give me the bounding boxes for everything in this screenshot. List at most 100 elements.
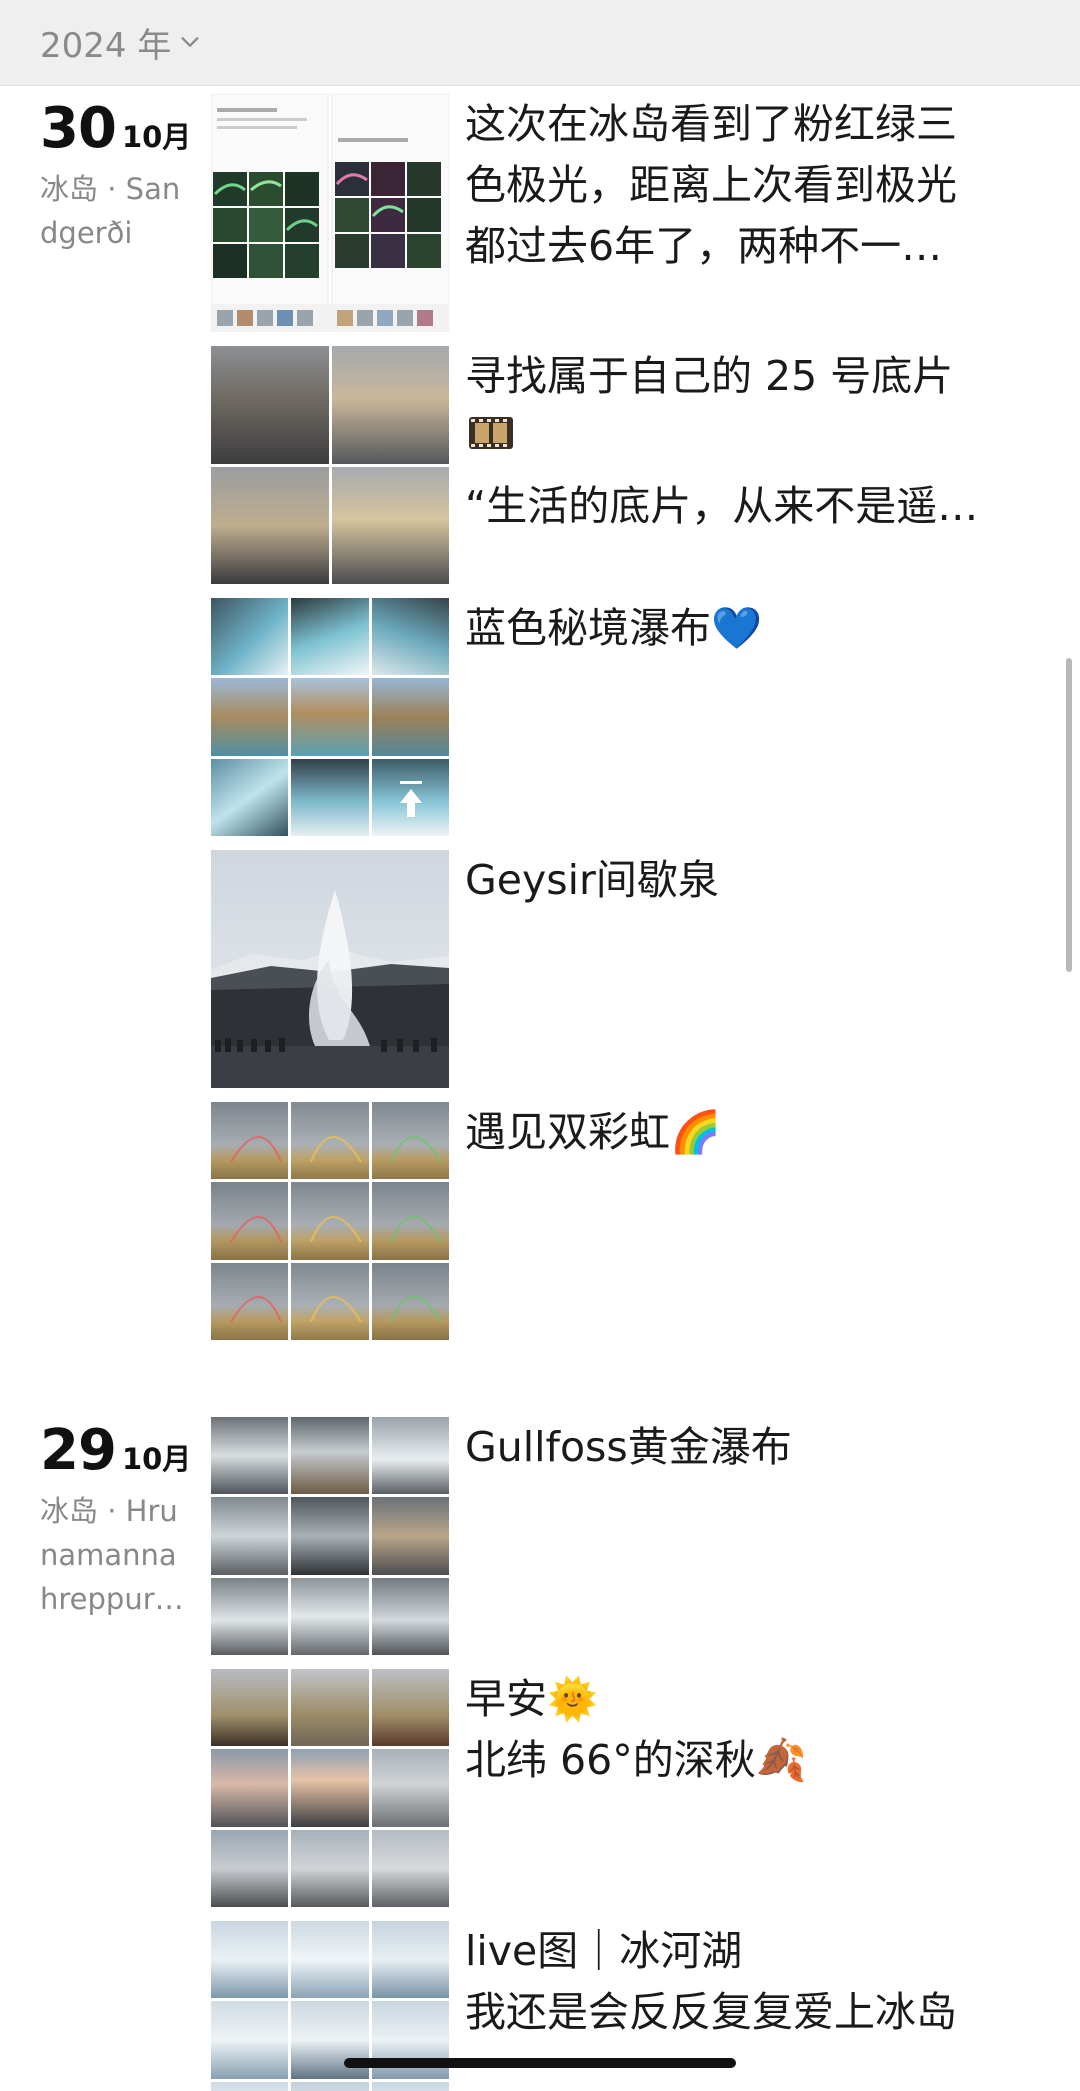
- aurora-screenshot-collage-image: [211, 94, 449, 332]
- photo-rainbow: [211, 1182, 289, 1260]
- post-thumbnail[interactable]: [211, 94, 449, 332]
- photo-gullfoss: [371, 1497, 449, 1575]
- post-text: Gullfoss黄金瀑布: [465, 1417, 1025, 1478]
- photo-river-person: [291, 678, 369, 756]
- year-label: 2024 年: [40, 25, 172, 66]
- film-frames-icon: [465, 407, 517, 476]
- photo-horse: [371, 1669, 449, 1747]
- post-text: 这次在冰岛看到了粉红绿三 色极光，距离上次看到极光 都过去6年了，两种不一…: [465, 94, 1025, 277]
- photo-road: [371, 1829, 449, 1907]
- post-line: 蓝色秘境瀑布💙: [465, 598, 1025, 659]
- photo-rainbow: [291, 1182, 369, 1260]
- photo-gullfoss: [211, 1417, 289, 1495]
- day-header-30: 30 10月 冰岛 · Sandgerði: [40, 96, 191, 255]
- post-thumbnail[interactable]: [211, 598, 449, 836]
- post-line: 这次在冰岛看到了粉红绿三: [465, 100, 957, 148]
- photo-house-person: [331, 466, 449, 584]
- post-text: 遇见双彩虹🌈: [465, 1102, 1025, 1163]
- post-aurora[interactable]: 这次在冰岛看到了粉红绿三 色极光，距离上次看到极光 都过去6年了，两种不一…: [211, 94, 1041, 332]
- post-thumbnail[interactable]: [211, 346, 449, 584]
- date-day: 29: [40, 1418, 117, 1483]
- photo-waterfall-live: [371, 758, 449, 836]
- photo-grid: [211, 1102, 449, 1340]
- post-thumbnail[interactable]: [211, 1669, 449, 1907]
- photo-iceberg: [371, 1921, 449, 1999]
- photo-iceberg: [211, 2001, 289, 2079]
- photo-rainbow: [371, 1262, 449, 1340]
- post-line: live图｜冰河湖: [465, 1927, 743, 1975]
- post-thumbnail[interactable]: [211, 1417, 449, 1655]
- photo-waterfall: [211, 758, 289, 836]
- photo-rainbow: [371, 1102, 449, 1180]
- photo-gullfoss: [211, 1577, 289, 1655]
- photo-gullfoss: [371, 1417, 449, 1495]
- post-line: Geysir间歇泉: [465, 856, 719, 904]
- post-geysir[interactable]: Geysir间歇泉: [211, 850, 1041, 1088]
- photo-grid: [211, 598, 449, 836]
- photo-waterfall: [291, 598, 369, 676]
- upload-arrow-icon: [399, 780, 422, 817]
- photo-river: [211, 678, 289, 756]
- post-blue-waterfall[interactable]: 蓝色秘境瀑布💙: [211, 598, 1041, 836]
- post-film[interactable]: 寻找属于自己的 25 号底片 “生活的底片，从来不是遥…: [211, 346, 1041, 584]
- photo-iceberg: [211, 2081, 289, 2091]
- photo-gullfoss: [371, 1577, 449, 1655]
- post-double-rainbow[interactable]: 遇见双彩虹🌈: [211, 1102, 1041, 1340]
- post-thumbnail[interactable]: [211, 1102, 449, 1340]
- photo-grid: [211, 1669, 449, 1907]
- date-month: 10月: [121, 120, 192, 154]
- post-morning[interactable]: 早安🌞 北纬 66°的深秋🍂: [211, 1669, 1041, 1907]
- post-line: 北纬 66°的深秋🍂: [465, 1736, 807, 1784]
- post-line: 都过去6年了，两种不一…: [465, 222, 943, 270]
- photo-grid: [211, 346, 449, 584]
- photo-iceberg-person: [291, 2081, 369, 2091]
- post-line: 遇见双彩虹🌈: [465, 1108, 722, 1156]
- photo-iceberg: [371, 2081, 449, 2091]
- photo-iceberg: [291, 1921, 369, 1999]
- chevron-down-icon: [181, 37, 199, 47]
- post-line: 早安🌞: [465, 1675, 599, 1723]
- post-line: Gullfoss黄金瀑布: [465, 1423, 792, 1471]
- post-gullfoss[interactable]: Gullfoss黄金瀑布: [211, 1417, 1041, 1655]
- photo-trees: [291, 1829, 369, 1907]
- post-text: 蓝色秘境瀑布💙: [465, 598, 1025, 659]
- photo-rainbow: [291, 1262, 369, 1340]
- date-month: 10月: [121, 1442, 192, 1476]
- post-line-text: 蓝色秘境瀑布💙: [465, 604, 763, 652]
- photo-iceberg: [211, 1921, 289, 1999]
- date: 29 10月: [40, 1418, 191, 1483]
- post-line: 我还是会反反复复爱上冰岛: [465, 1988, 957, 2036]
- post-text: live图｜冰河湖 我还是会反反复复爱上冰岛: [465, 1921, 1025, 2043]
- post-thumbnail[interactable]: [211, 850, 449, 1088]
- photo-house: [331, 346, 449, 464]
- photo-waterfall: [291, 758, 369, 836]
- photo-street: [211, 346, 329, 464]
- photo-street-person: [211, 466, 329, 584]
- location-label: 冰岛 · Sandgerði: [40, 172, 181, 250]
- photo-waterfall: [211, 598, 289, 676]
- scrollbar[interactable]: [1066, 658, 1072, 972]
- home-indicator[interactable]: [344, 2058, 736, 2068]
- photo-gullfoss-person: [291, 1497, 369, 1575]
- photo-waterfall: [371, 598, 449, 676]
- photo-farm: [291, 1749, 369, 1827]
- location-label: 冰岛 · Hrunamannahreppur…: [40, 1494, 184, 1616]
- post-text: 寻找属于自己的 25 号底片 “生活的底片，从来不是遥…: [465, 346, 1025, 537]
- date: 30 10月: [40, 96, 191, 161]
- photo-rainbow: [211, 1262, 289, 1340]
- day-header-29: 29 10月 冰岛 · Hrunamannahreppur…: [40, 1418, 191, 1621]
- photo-sunset: [211, 1749, 289, 1827]
- post-line: 寻找属于自己的 25 号底片: [465, 352, 954, 400]
- top-bar: 2024 年: [0, 0, 1080, 86]
- photo-rainbow: [211, 1102, 289, 1180]
- photo-gullfoss: [291, 1577, 369, 1655]
- year-selector[interactable]: 2024 年: [40, 18, 201, 66]
- post-text: Geysir间歇泉: [465, 850, 1025, 911]
- photo-rainbow: [291, 1102, 369, 1180]
- photo-farm: [371, 1749, 449, 1827]
- geysir-photo-image: [211, 850, 449, 1088]
- photo-grid: [211, 1417, 449, 1655]
- post-line: [465, 407, 1025, 476]
- date-day: 30: [40, 96, 117, 161]
- photo-rainbow: [371, 1182, 449, 1260]
